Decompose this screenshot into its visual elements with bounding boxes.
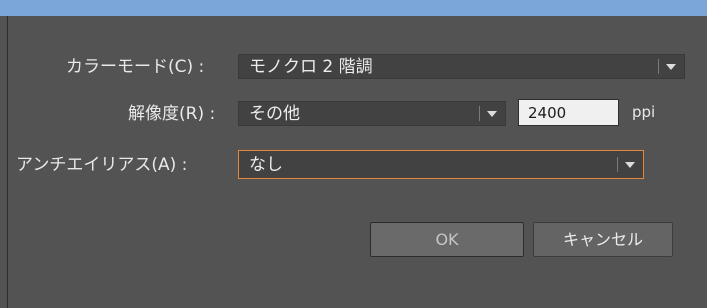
antialias-value: なし [249, 155, 283, 175]
chevron-down-icon[interactable] [487, 111, 497, 117]
select-divider [479, 106, 480, 121]
resolution-label: 解像度(R) : [128, 104, 216, 124]
ok-button[interactable]: OK [370, 222, 524, 257]
chevron-down-icon[interactable] [625, 162, 635, 168]
select-divider [658, 59, 659, 74]
resolution-value: その他 [249, 104, 300, 124]
resolution-select[interactable]: その他 [238, 101, 506, 126]
resolution-unit: ppi [632, 103, 656, 121]
antialias-select[interactable]: なし [238, 150, 644, 179]
color-mode-value: モノクロ 2 階調 [249, 57, 373, 77]
cancel-button[interactable]: キャンセル [533, 222, 673, 257]
resolution-input[interactable]: 2400 [518, 99, 619, 126]
color-mode-label: カラーモード(C) : [66, 57, 205, 77]
chevron-down-icon[interactable] [666, 64, 676, 70]
select-divider [617, 157, 618, 172]
title-bar [0, 0, 707, 16]
color-mode-select[interactable]: モノクロ 2 階調 [238, 54, 685, 79]
antialias-label: アンチエイリアス(A) : [16, 155, 188, 175]
